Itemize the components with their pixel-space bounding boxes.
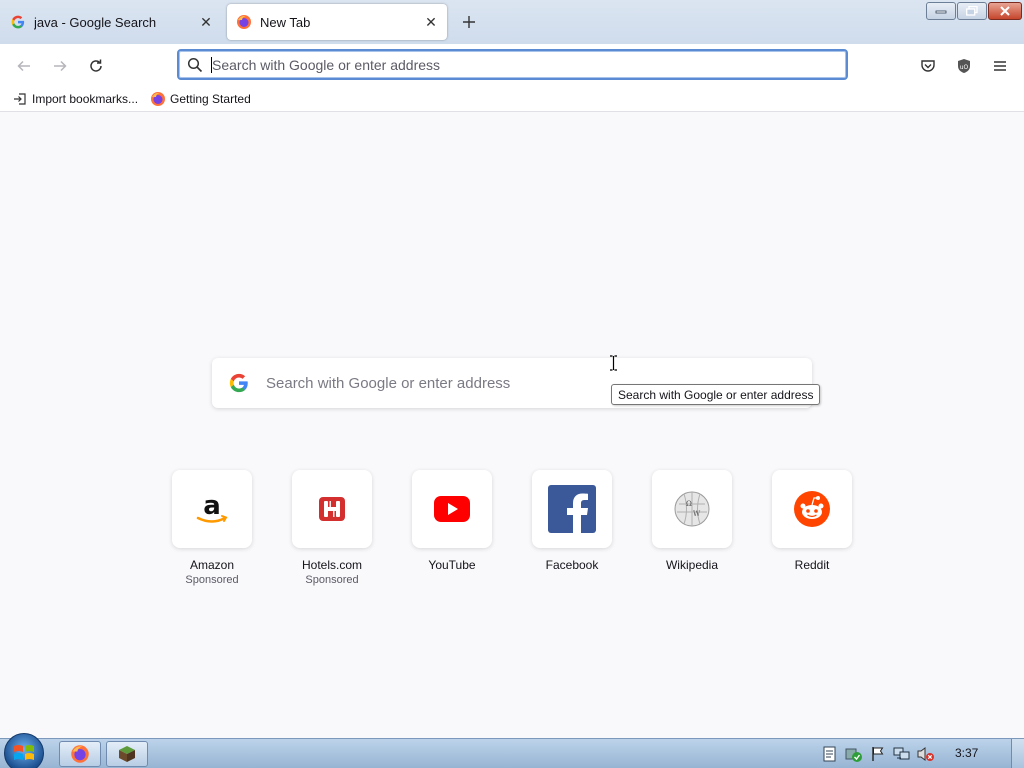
restore-button[interactable] <box>957 2 987 20</box>
top-site-tile[interactable] <box>532 470 612 548</box>
bookmark-import[interactable]: Import bookmarks... <box>12 91 138 107</box>
close-window-button[interactable] <box>988 2 1022 20</box>
plus-icon <box>463 16 475 28</box>
top-site-youtube[interactable]: YouTube <box>412 470 492 586</box>
minimize-icon <box>935 10 947 14</box>
import-icon <box>12 91 28 107</box>
search-tooltip: Search with Google or enter address <box>611 384 821 405</box>
tab-title: New Tab <box>260 14 311 30</box>
tray-document-icon[interactable] <box>821 745 839 763</box>
top-site-wikipedia[interactable]: Ω W Wikipedia <box>652 470 732 586</box>
top-site-amazon[interactable]: a Amazon Sponsored <box>172 470 252 586</box>
taskbar-minecraft[interactable] <box>106 741 148 767</box>
bookmark-label: Import bookmarks... <box>32 91 139 106</box>
top-site-label: Reddit <box>794 558 830 572</box>
address-input[interactable] <box>212 56 812 73</box>
reddit-icon <box>794 491 830 527</box>
tab-java-google-search[interactable]: java - Google Search ✕ <box>0 4 222 40</box>
volume-muted-icon[interactable] <box>917 745 935 763</box>
back-arrow-icon <box>17 60 30 72</box>
bookmark-label: Getting Started <box>170 91 251 106</box>
google-g-icon <box>10 14 26 30</box>
firefox-icon <box>236 14 252 30</box>
ublock-shield-icon: uO <box>958 59 970 73</box>
pocket-button[interactable] <box>914 52 942 80</box>
svg-text:uO: uO <box>960 64 969 71</box>
close-icon <box>1000 6 1010 16</box>
google-g-icon <box>212 373 266 393</box>
hamburger-menu-icon <box>994 61 1006 71</box>
youtube-icon <box>434 496 470 522</box>
svg-text:Ω: Ω <box>686 500 692 508</box>
tab-new-tab[interactable]: New Tab ✕ <box>227 4 447 40</box>
wikipedia-icon: Ω W <box>674 491 710 527</box>
sponsored-label: Sponsored <box>305 574 359 586</box>
top-site-label: YouTube <box>428 558 476 572</box>
windows-logo-icon <box>14 745 34 760</box>
start-button[interactable] <box>4 733 44 768</box>
bookmarks-toolbar: Import bookmarks... Getting Started <box>0 86 1024 112</box>
firefox-icon <box>71 745 89 763</box>
newtab-search-input[interactable] <box>266 374 596 392</box>
firefox-icon <box>150 91 166 107</box>
minecraft-icon <box>119 746 135 762</box>
tab-strip: java - Google Search ✕ New Tab ✕ <box>0 0 1024 44</box>
action-center-flag-icon[interactable] <box>869 745 887 763</box>
close-tab-icon[interactable]: ✕ <box>421 12 441 32</box>
tab-title: java - Google Search <box>34 14 157 30</box>
taskbar-clock[interactable]: 3:37 <box>955 746 978 760</box>
top-site-label: Hotels.com <box>301 558 363 572</box>
hotels-icon <box>319 497 345 521</box>
search-icon <box>179 57 211 73</box>
network-icon[interactable] <box>893 745 911 763</box>
reload-button[interactable] <box>82 52 110 80</box>
show-desktop-button[interactable] <box>1011 739 1024 768</box>
navigation-toolbar: uO <box>0 44 1024 86</box>
reload-icon <box>90 59 102 72</box>
forward-button[interactable] <box>46 52 74 80</box>
back-button[interactable] <box>10 52 38 80</box>
top-site-tile[interactable] <box>292 470 372 548</box>
restore-icon <box>966 6 978 16</box>
close-tab-icon[interactable]: ✕ <box>196 12 216 32</box>
svg-text:a: a <box>203 491 221 521</box>
ublock-button[interactable]: uO <box>950 52 978 80</box>
top-site-label: Amazon <box>189 558 235 572</box>
address-bar[interactable] <box>177 49 848 80</box>
text-cursor-icon <box>610 355 617 371</box>
tray-security-icon[interactable] <box>845 745 863 763</box>
taskbar-firefox[interactable] <box>59 741 101 767</box>
forward-arrow-icon <box>54 60 67 72</box>
top-site-facebook[interactable]: Facebook <box>532 470 612 586</box>
facebook-icon <box>548 485 596 533</box>
top-site-tile[interactable]: Ω W <box>652 470 732 548</box>
windows-taskbar: 3:37 <box>0 733 1024 768</box>
top-site-label: Facebook <box>545 558 599 572</box>
top-site-tile[interactable] <box>772 470 852 548</box>
top-site-reddit[interactable]: Reddit <box>772 470 852 586</box>
minimize-button[interactable] <box>926 2 956 20</box>
top-site-hotels[interactable]: Hotels.com Sponsored <box>292 470 372 586</box>
top-site-tile[interactable]: a <box>172 470 252 548</box>
app-menu-button[interactable] <box>986 52 1014 80</box>
top-site-label: Wikipedia <box>665 558 719 572</box>
new-tab-button[interactable] <box>458 11 480 33</box>
bookmark-getting-started[interactable]: Getting Started <box>150 91 251 107</box>
pocket-icon <box>921 60 935 72</box>
sponsored-label: Sponsored <box>185 574 239 586</box>
top-site-tile[interactable] <box>412 470 492 548</box>
amazon-icon: a <box>196 491 228 523</box>
top-sites-grid: a Amazon Sponsored Hotels.com Sponsored <box>172 470 852 586</box>
svg-text:W: W <box>693 510 701 518</box>
